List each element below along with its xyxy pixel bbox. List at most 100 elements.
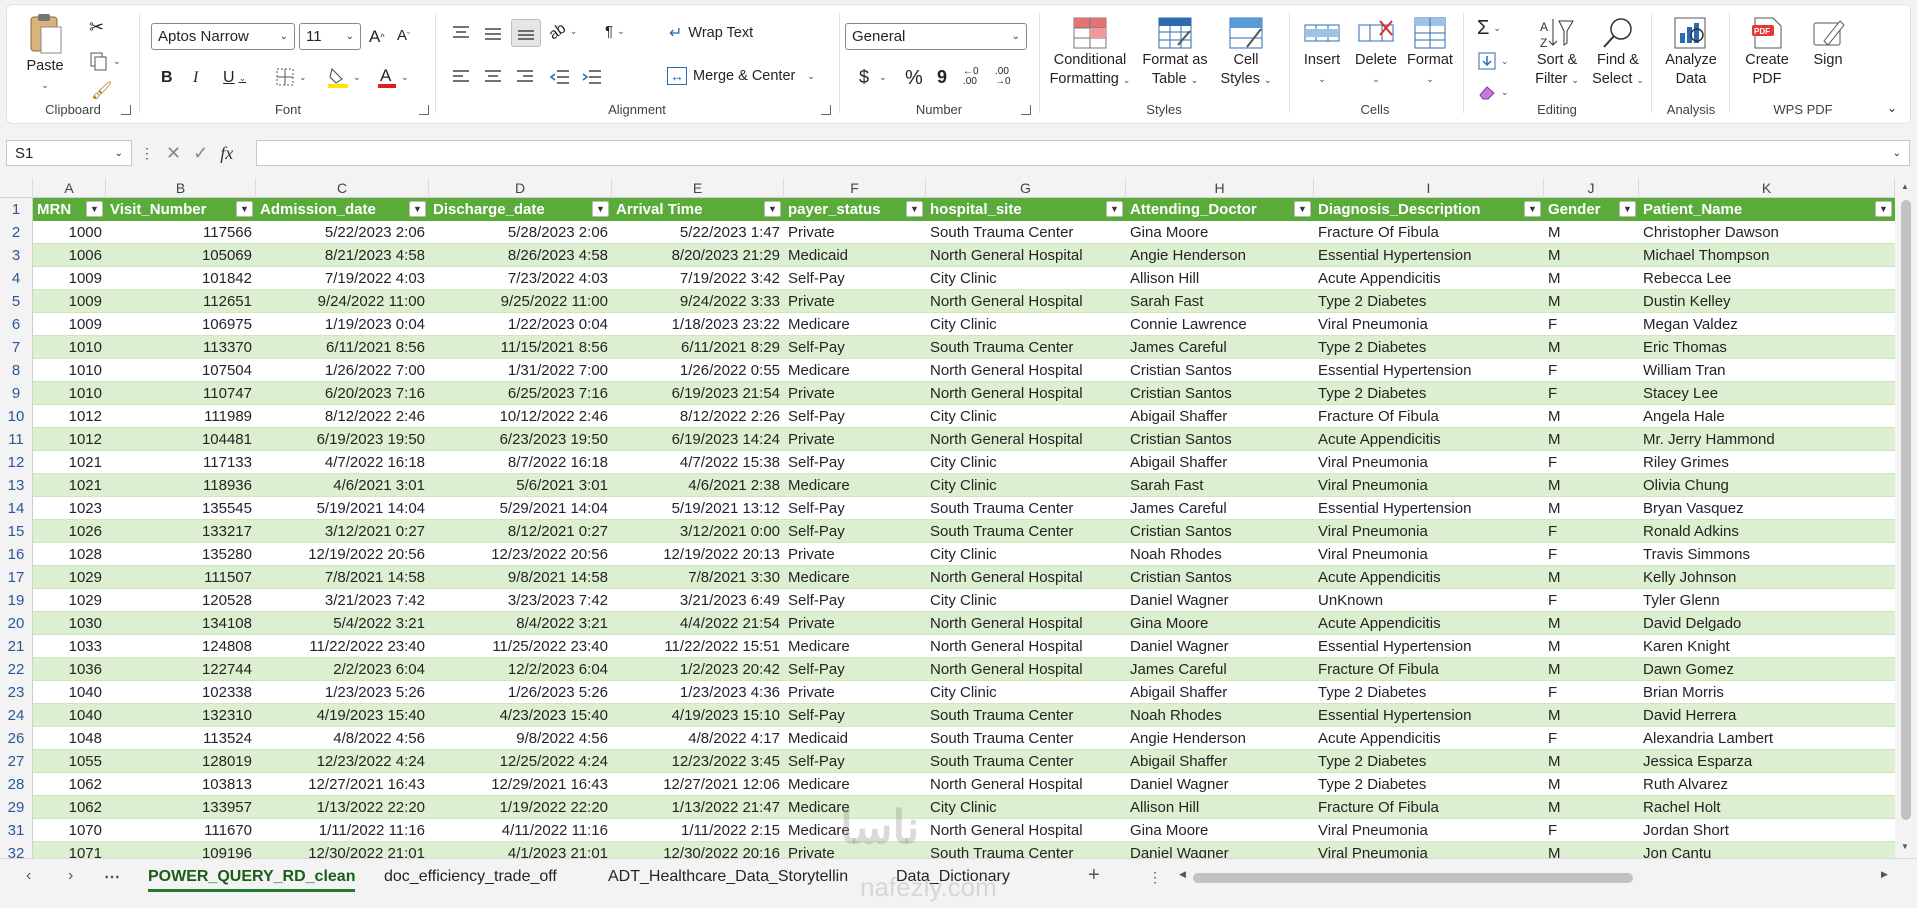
cell[interactable]: 1030 (33, 612, 106, 635)
cell[interactable]: South Trauma Center (926, 842, 1126, 858)
column-header-g[interactable]: G (926, 178, 1126, 198)
autosum-icon[interactable]: Σ ⌄ (1477, 17, 1501, 40)
cell[interactable]: Acute Appendicitis (1314, 267, 1544, 290)
row-number[interactable]: 31 (0, 819, 33, 842)
cell[interactable]: North General Hospital (926, 244, 1126, 267)
align-right-icon[interactable] (515, 67, 535, 87)
cell[interactable]: 4/6/2021 3:01 (256, 474, 429, 497)
cell[interactable]: 132310 (106, 704, 256, 727)
text-direction-button[interactable]: ¶ ⌄ (605, 23, 625, 40)
enter-icon[interactable]: ✓ (193, 143, 208, 164)
cell[interactable]: 7/19/2022 4:03 (256, 267, 429, 290)
cell[interactable]: 4/19/2023 15:40 (256, 704, 429, 727)
cell[interactable]: Alexandria Lambert (1639, 727, 1895, 750)
cell[interactable]: 1029 (33, 589, 106, 612)
cell[interactable]: Type 2 Diabetes (1314, 750, 1544, 773)
cell[interactable]: M (1544, 635, 1639, 658)
cell[interactable]: 11/25/2022 23:40 (429, 635, 612, 658)
cell[interactable]: 118936 (106, 474, 256, 497)
cell[interactable]: Acute Appendicitis (1314, 727, 1544, 750)
cell[interactable]: 3/12/2021 0:00 (612, 520, 784, 543)
cell[interactable]: M (1544, 750, 1639, 773)
cell[interactable]: 1009 (33, 267, 106, 290)
cell[interactable]: M (1544, 290, 1639, 313)
cell[interactable]: 7/8/2021 14:58 (256, 566, 429, 589)
cell[interactable]: Allison Hill (1126, 796, 1314, 819)
cell[interactable]: Medicare (784, 566, 926, 589)
cell[interactable]: 1070 (33, 819, 106, 842)
cell[interactable]: M (1544, 658, 1639, 681)
cell[interactable]: 6/23/2023 19:50 (429, 428, 612, 451)
column-header-j[interactable]: J (1544, 178, 1639, 198)
cell[interactable]: 2/2/2023 6:04 (256, 658, 429, 681)
cell[interactable]: 3/21/2023 6:49 (612, 589, 784, 612)
align-top-icon[interactable] (451, 23, 471, 43)
cell[interactable]: William Tran (1639, 359, 1895, 382)
cell[interactable]: UnKnown (1314, 589, 1544, 612)
cell[interactable]: 124808 (106, 635, 256, 658)
cell[interactable]: 8/12/2021 0:27 (429, 520, 612, 543)
cell[interactable]: 6/25/2023 7:16 (429, 382, 612, 405)
cell[interactable]: South Trauma Center (926, 727, 1126, 750)
cell[interactable]: City Clinic (926, 474, 1126, 497)
cut-icon[interactable]: ✂ (89, 17, 104, 38)
cell[interactable]: City Clinic (926, 451, 1126, 474)
cell[interactable]: 1/22/2023 0:04 (429, 313, 612, 336)
cell[interactable]: 102338 (106, 681, 256, 704)
cell[interactable]: 135545 (106, 497, 256, 520)
cell[interactable]: 3/23/2023 7:42 (429, 589, 612, 612)
cell[interactable]: 1/19/2022 22:20 (429, 796, 612, 819)
cell[interactable]: Cristian Santos (1126, 566, 1314, 589)
vertical-scroll-thumb[interactable] (1901, 200, 1911, 820)
cell[interactable]: 1/23/2023 4:36 (612, 681, 784, 704)
cell[interactable]: 6/20/2023 7:16 (256, 382, 429, 405)
cell[interactable]: 1010 (33, 359, 106, 382)
cell[interactable]: 4/1/2023 21:01 (429, 842, 612, 858)
header-cell[interactable]: Arrival Time ▼ (612, 198, 784, 221)
underline-button[interactable]: U ⌄ (223, 69, 246, 87)
cell[interactable]: Rebecca Lee (1639, 267, 1895, 290)
cell[interactable]: F (1544, 819, 1639, 842)
cell[interactable]: Christopher Dawson (1639, 221, 1895, 244)
cell[interactable]: 128019 (106, 750, 256, 773)
cell[interactable]: 133957 (106, 796, 256, 819)
header-cell[interactable]: Discharge_date ▼ (429, 198, 612, 221)
increase-decimal-icon[interactable]: ←0.00 (963, 67, 979, 87)
cell[interactable]: 11/22/2022 23:40 (256, 635, 429, 658)
column-header-d[interactable]: D (429, 178, 612, 198)
sheet-tab-2[interactable]: ADT_Healthcare_Data_Storytellin (608, 868, 848, 886)
cell[interactable]: Michael Thompson (1639, 244, 1895, 267)
cell[interactable]: Fracture Of Fibula (1314, 658, 1544, 681)
filter-dropdown-icon[interactable]: ▼ (409, 201, 426, 217)
cell[interactable]: M (1544, 244, 1639, 267)
filter-dropdown-icon[interactable]: ▼ (1875, 201, 1892, 217)
cell[interactable]: 1/26/2023 5:26 (429, 681, 612, 704)
cell[interactable]: 6/11/2021 8:29 (612, 336, 784, 359)
cell[interactable]: 6/19/2023 19:50 (256, 428, 429, 451)
cell[interactable]: Acute Appendicitis (1314, 428, 1544, 451)
cell[interactable]: M (1544, 428, 1639, 451)
cell-styles-button[interactable]: Cell Styles ⌄ (1215, 15, 1277, 90)
cell[interactable]: F (1544, 520, 1639, 543)
cell[interactable]: Jordan Short (1639, 819, 1895, 842)
select-all-corner[interactable] (0, 178, 33, 198)
cell[interactable]: 9/25/2022 11:00 (429, 290, 612, 313)
cell[interactable]: Private (784, 681, 926, 704)
cell[interactable]: 117566 (106, 221, 256, 244)
cell[interactable]: 1040 (33, 681, 106, 704)
cell[interactable]: 1/11/2022 2:15 (612, 819, 784, 842)
bold-button[interactable]: B (161, 69, 173, 87)
row-number[interactable]: 4 (0, 267, 33, 290)
cell[interactable]: 4/8/2022 4:17 (612, 727, 784, 750)
cell[interactable]: M (1544, 566, 1639, 589)
filter-dropdown-icon[interactable]: ▼ (236, 201, 253, 217)
cell[interactable]: Self-Pay (784, 589, 926, 612)
cell[interactable]: F (1544, 382, 1639, 405)
cell[interactable]: Medicare (784, 773, 926, 796)
clipboard-launcher-icon[interactable] (121, 105, 131, 115)
column-header-h[interactable]: H (1126, 178, 1314, 198)
cell[interactable]: 1012 (33, 405, 106, 428)
cell[interactable]: Abigail Shaffer (1126, 405, 1314, 428)
orientation-button[interactable]: ab ⌄ (546, 20, 578, 43)
cell[interactable]: Private (784, 612, 926, 635)
